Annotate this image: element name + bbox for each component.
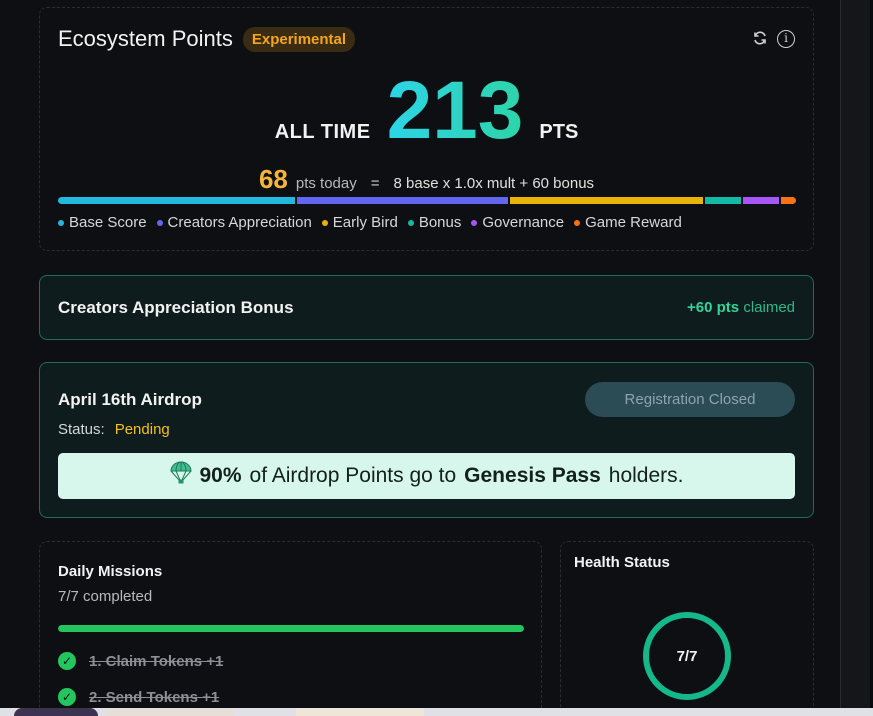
legend-item: Governance bbox=[471, 214, 564, 231]
points-title: Ecosystem Points bbox=[58, 26, 233, 51]
equals-sign: = bbox=[370, 175, 380, 192]
genesis-percent: 90% bbox=[199, 464, 242, 487]
today-row: 68 pts today = 8 base x 1.0x mult + 60 b… bbox=[40, 164, 813, 195]
airdrop-status: Status: Pending bbox=[58, 421, 170, 438]
points-legend: Base Score Creators Appreciation Early Bir… bbox=[58, 214, 682, 231]
check-icon: ✓ bbox=[58, 688, 76, 706]
airdrop-status-label: Status: bbox=[58, 421, 105, 438]
creators-bonus-amount: +60 pts bbox=[687, 299, 740, 316]
airdrop-status-value: Pending bbox=[114, 421, 170, 438]
legend-item: Base Score bbox=[58, 214, 147, 231]
legend-item: Creators Appreciation bbox=[156, 214, 312, 231]
missions-progress-fill bbox=[58, 625, 524, 632]
breakdown-segment bbox=[704, 197, 742, 204]
registration-closed-button[interactable]: Registration Closed bbox=[585, 382, 795, 417]
legend-label: Governance bbox=[482, 214, 565, 231]
pts-label: PTS bbox=[539, 121, 579, 143]
legend-label: Bonus bbox=[418, 214, 462, 231]
today-value: 68 bbox=[258, 164, 288, 194]
app-frame: Ecosystem Points Experimental i ALL TIME… bbox=[0, 0, 841, 716]
taskbar-preview bbox=[0, 708, 873, 716]
legend-label: Game Reward bbox=[585, 214, 682, 231]
window-thumbnail[interactable] bbox=[14, 708, 98, 716]
ecosystem-points-card: Ecosystem Points Experimental i ALL TIME… bbox=[39, 7, 814, 251]
genesis-pass-banner: 90% of Airdrop Points go to Genesis Pass… bbox=[58, 453, 795, 499]
mission-label: 1. Claim Tokens +1 bbox=[89, 652, 224, 670]
breakdown-segment bbox=[781, 197, 796, 204]
breakdown-segment bbox=[743, 197, 780, 204]
info-icon[interactable]: i bbox=[777, 30, 795, 48]
legend-dot-icon bbox=[156, 219, 163, 226]
window-thumbnail[interactable] bbox=[106, 708, 234, 716]
points-header: Ecosystem Points Experimental bbox=[58, 26, 356, 52]
health-title: Health Status bbox=[574, 554, 670, 571]
legend-dot-icon bbox=[574, 219, 581, 226]
legend-label: Creators Appreciation bbox=[167, 214, 312, 231]
all-time-row: ALL TIME 213 PTS bbox=[40, 70, 813, 152]
genesis-text-mid: of Airdrop Points go to bbox=[249, 464, 457, 487]
missions-subtitle: 7/7 completed bbox=[58, 588, 153, 605]
breakdown-segment bbox=[509, 197, 703, 204]
today-text: pts today bbox=[295, 175, 357, 192]
airdrop-title: April 16th Airdrop bbox=[58, 390, 202, 409]
creators-bonus-title: Creators Appreciation Bonus bbox=[58, 298, 294, 317]
scrollbar-track[interactable] bbox=[841, 0, 873, 716]
creators-bonus-claimed: claimed bbox=[743, 299, 795, 316]
legend-item: Game Reward bbox=[574, 214, 682, 231]
experimental-badge: Experimental bbox=[242, 26, 356, 52]
legend-item: Bonus bbox=[407, 214, 462, 231]
airdrop-card: April 16th Airdrop Status: Pending Regis… bbox=[39, 362, 814, 518]
legend-dot-icon bbox=[58, 219, 64, 226]
health-status-card: Health Status 7/7 bbox=[560, 541, 814, 716]
window-thumbnail[interactable] bbox=[296, 708, 424, 716]
mission-item[interactable]: ✓ 2. Send Tokens +1 bbox=[58, 688, 219, 706]
health-value: 7/7 bbox=[676, 647, 698, 665]
genesis-pass-name: Genesis Pass bbox=[464, 464, 601, 487]
legend-dot-icon bbox=[471, 219, 478, 226]
missions-title: Daily Missions bbox=[58, 563, 163, 580]
mission-label: 2. Send Tokens +1 bbox=[89, 688, 220, 706]
legend-dot-icon bbox=[321, 219, 328, 226]
all-time-value: 213 bbox=[386, 65, 524, 156]
all-time-label: ALL TIME bbox=[274, 121, 371, 143]
legend-item: Early Bird bbox=[321, 214, 398, 231]
points-breakdown-bar bbox=[58, 197, 796, 204]
legend-dot-icon bbox=[407, 219, 414, 226]
missions-progress-bar bbox=[58, 625, 524, 632]
breakdown-segment bbox=[58, 197, 295, 204]
parachute-icon bbox=[169, 461, 192, 491]
health-ring: 7/7 bbox=[643, 612, 731, 700]
refresh-icon[interactable] bbox=[751, 30, 769, 48]
genesis-text-end: holders. bbox=[608, 464, 684, 487]
check-icon: ✓ bbox=[58, 652, 76, 670]
legend-label: Base Score bbox=[69, 214, 147, 231]
creators-bonus-status: +60 pts claimed bbox=[687, 299, 795, 316]
daily-missions-card: Daily Missions 7/7 completed ✓ 1. Claim … bbox=[39, 541, 542, 716]
legend-label: Early Bird bbox=[332, 214, 398, 231]
points-formula: 8 base x 1.0x mult + 60 bonus bbox=[393, 175, 595, 192]
creators-bonus-card: Creators Appreciation Bonus +60 pts clai… bbox=[39, 275, 814, 340]
breakdown-segment bbox=[296, 197, 508, 204]
mission-item[interactable]: ✓ 1. Claim Tokens +1 bbox=[58, 652, 223, 670]
